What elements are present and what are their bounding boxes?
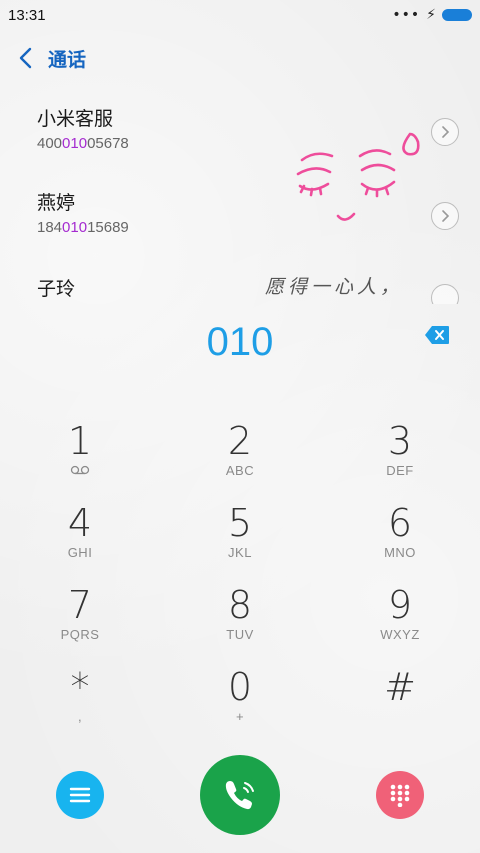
key-digit: * (70, 665, 90, 709)
number-suffix: 15689 (87, 219, 129, 236)
key-letters: WXYZ (380, 627, 420, 642)
key-digit: 1 (67, 419, 93, 463)
status-time: 13:31 (8, 6, 46, 24)
voicemail-icon (70, 463, 90, 479)
key-digit: 9 (387, 583, 413, 627)
face-doodle-icon (296, 132, 420, 221)
charging-icon: ⚡ (426, 7, 436, 23)
key-letters: TUV (226, 627, 254, 642)
key-digit: # (384, 665, 416, 709)
key-digit: 2 (227, 419, 253, 463)
key-1[interactable]: 1 (0, 415, 160, 497)
key-letters: JKL (228, 545, 252, 560)
number-prefix: 400 (37, 135, 63, 152)
key-6[interactable]: 6 MNO (320, 497, 480, 579)
key-letters: DEF (386, 463, 414, 478)
header: 通话 (18, 40, 86, 76)
dial-input[interactable]: 010 (0, 320, 480, 365)
menu-icon (69, 787, 91, 803)
dialpad-icon (390, 784, 410, 807)
chevron-left-icon[interactable] (18, 47, 34, 69)
key-0[interactable]: 0 + (160, 661, 320, 743)
battery-icon (442, 9, 472, 21)
number-prefix: 184 (37, 219, 63, 236)
key-star[interactable]: * , (0, 661, 160, 743)
key-2[interactable]: 2 ABC (160, 415, 320, 497)
dialpad-toggle-button[interactable] (376, 771, 424, 819)
call-button[interactable] (200, 755, 280, 835)
key-letters: GHI (67, 545, 93, 560)
key-hash[interactable]: # (320, 661, 480, 743)
phone-icon (225, 781, 254, 810)
status-icons: ••• ⚡ (392, 7, 472, 23)
key-letters: MNO (384, 545, 416, 560)
key-letters: + (235, 709, 245, 724)
key-5[interactable]: 5 JKL (160, 497, 320, 579)
contact-detail-chevron-icon[interactable] (431, 284, 459, 304)
key-digit: 6 (387, 501, 413, 545)
number-suffix: 05678 (87, 135, 129, 152)
key-7[interactable]: 7 PQRS (0, 579, 160, 661)
number-match: 010 (62, 135, 88, 152)
key-digit: 7 (67, 583, 93, 627)
key-digit: 0 (227, 665, 253, 709)
key-digit: 3 (387, 419, 413, 463)
key-digit: 8 (227, 583, 253, 627)
key-letters: ABC (225, 463, 255, 478)
menu-button[interactable] (56, 771, 104, 819)
notification-dots-icon: ••• (392, 7, 421, 23)
number-match: 010 (62, 219, 88, 236)
wallpaper-calligraphy: 愿得一心人， (265, 276, 404, 298)
key-digit: 4 (67, 501, 93, 545)
key-digit: 5 (227, 501, 253, 545)
key-3[interactable]: 3 DEF (320, 415, 480, 497)
status-bar: 13:31 ••• ⚡ (0, 0, 480, 30)
page-title: 通话 (48, 48, 87, 71)
key-letters: PQRS (60, 627, 100, 642)
backspace-icon[interactable] (424, 325, 450, 349)
key-8[interactable]: 8 TUV (160, 579, 320, 661)
key-9[interactable]: 9 WXYZ (320, 579, 480, 661)
key-4[interactable]: 4 GHI (0, 497, 160, 579)
key-letters: , (77, 709, 83, 724)
dialpad: 1 2 ABC 3 DEF 4 GHI 5 JKL 6 MNO 7 PQRS 8… (0, 415, 480, 743)
